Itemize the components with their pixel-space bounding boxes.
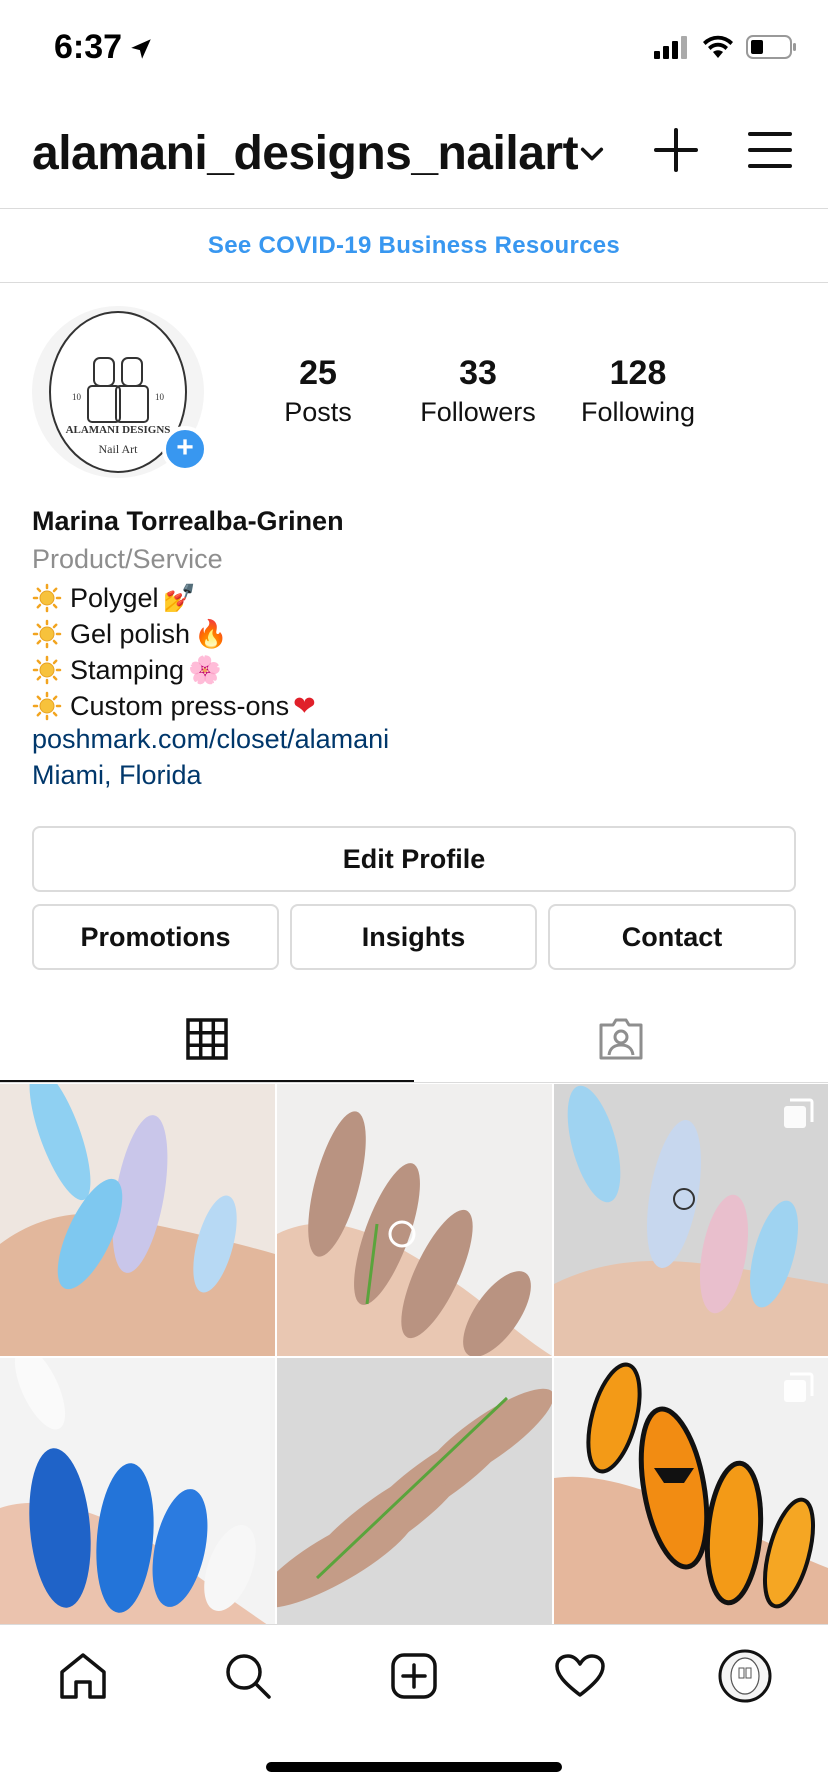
create-post-icon <box>391 1652 437 1699</box>
wifi-icon <box>703 35 733 58</box>
flower-emoji: 🌸 <box>188 655 222 686</box>
profile-header: alamani_designs_nailart <box>0 110 828 206</box>
post-thumbnail[interactable] <box>0 1358 275 1630</box>
website-link[interactable]: poshmark.com/closet/alamani <box>32 724 792 760</box>
fire-emoji: 🔥 <box>194 619 228 650</box>
banner-divider <box>0 282 828 283</box>
posts-grid <box>0 1084 828 1630</box>
stat-following[interactable]: 128 Following <box>558 354 718 428</box>
following-count: 128 <box>609 354 667 392</box>
profile-avatar-icon <box>718 1649 772 1702</box>
stat-posts[interactable]: 25 Posts <box>238 354 398 428</box>
bio-line-text: Custom press-ons <box>70 690 290 721</box>
tabs-divider <box>0 1082 828 1083</box>
carousel-icon <box>784 1098 814 1128</box>
carousel-icon <box>784 1372 814 1402</box>
nail-photo-image <box>277 1084 552 1356</box>
followers-label: Followers <box>420 397 536 427</box>
bio-line: Custom press-ons ❤ <box>32 688 792 724</box>
tagged-person-icon <box>599 1018 643 1060</box>
tab-grid[interactable] <box>0 996 414 1082</box>
bio: Marina Torrealba-Grinen Product/Service … <box>32 506 792 796</box>
account-switcher[interactable]: alamani_designs_nailart <box>32 126 579 181</box>
nav-create[interactable] <box>384 1646 444 1706</box>
home-indicator[interactable] <box>266 1762 562 1772</box>
contact-button[interactable]: Contact <box>548 904 796 970</box>
followers-count: 33 <box>459 354 497 392</box>
sun-emoji-icon <box>32 691 62 721</box>
covid-resources-link[interactable]: See COVID-19 Business Resources <box>0 210 828 282</box>
post-thumbnail[interactable] <box>554 1358 828 1630</box>
following-label: Following <box>580 397 696 427</box>
add-story-button[interactable]: + <box>162 426 208 472</box>
nail-photo-image <box>277 1358 552 1630</box>
battery-icon <box>746 35 796 59</box>
nail-photo-image <box>0 1358 275 1630</box>
tab-tagged[interactable] <box>414 996 828 1082</box>
logo-number-left: 10 <box>72 392 81 402</box>
nav-home[interactable] <box>53 1646 113 1706</box>
sun-emoji-icon <box>32 619 62 649</box>
heart-emoji: ❤ <box>293 690 316 722</box>
bio-line: Gel polish 🔥 <box>32 616 792 652</box>
location-arrow-icon <box>131 39 151 59</box>
posts-count: 25 <box>299 354 337 392</box>
header-divider <box>0 208 828 209</box>
post-thumbnail[interactable] <box>0 1084 275 1356</box>
bio-line-text: Stamping <box>70 654 185 685</box>
bio-line: Polygel 💅 <box>32 580 792 616</box>
new-post-icon[interactable] <box>652 126 700 174</box>
chevron-down-icon[interactable] <box>578 140 606 168</box>
status-indicators <box>654 34 798 60</box>
sun-emoji-icon <box>32 583 62 613</box>
menu-icon[interactable] <box>748 130 792 170</box>
posts-label: Posts <box>284 397 352 427</box>
bottom-nav <box>0 1624 828 1726</box>
logo-number-right: 10 <box>155 392 164 402</box>
status-time: 6:37 <box>54 28 123 66</box>
nail-polish-emoji: 💅 <box>162 583 197 614</box>
post-thumbnail[interactable] <box>554 1084 828 1356</box>
profile-name: Marina Torrealba-Grinen <box>32 506 344 536</box>
edit-profile-button[interactable]: Edit Profile <box>32 826 796 892</box>
home-icon <box>60 1652 106 1699</box>
nail-photo-image <box>0 1084 275 1356</box>
profile-category: Product/Service <box>32 544 223 574</box>
heart-icon <box>554 1653 605 1697</box>
grid-icon <box>186 1018 228 1060</box>
post-thumbnail[interactable] <box>277 1084 552 1356</box>
cellular-signal-icon <box>654 36 687 59</box>
nav-profile[interactable] <box>715 1646 775 1706</box>
bio-line-text: Polygel <box>70 582 159 613</box>
nav-activity[interactable] <box>550 1646 610 1706</box>
nav-search[interactable] <box>218 1646 278 1706</box>
location-link[interactable]: Miami, Florida <box>32 760 792 796</box>
search-icon <box>226 1653 272 1699</box>
stat-followers[interactable]: 33 Followers <box>398 354 558 428</box>
status-bar: 6:37 <box>0 0 828 100</box>
insights-button[interactable]: Insights <box>290 904 537 970</box>
sun-emoji-icon <box>32 655 62 685</box>
promotions-button[interactable]: Promotions <box>32 904 279 970</box>
post-thumbnail[interactable] <box>277 1358 552 1630</box>
bio-line: Stamping 🌸 <box>32 652 792 688</box>
bio-line-text: Gel polish <box>70 618 191 649</box>
